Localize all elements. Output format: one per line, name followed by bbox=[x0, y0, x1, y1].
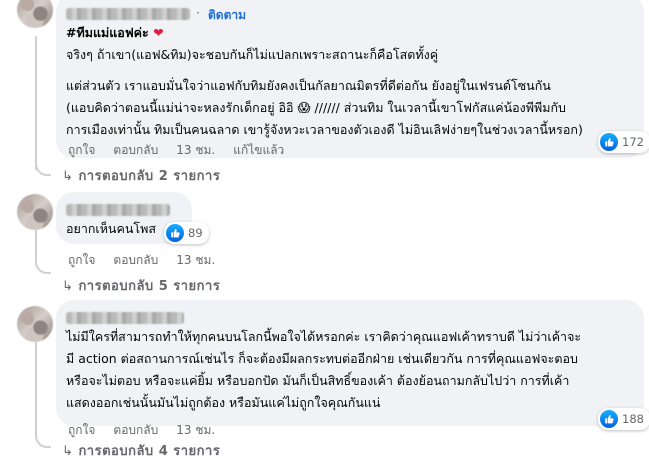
reaction-number: 188 bbox=[622, 412, 644, 426]
comment-actions: ถูกใจ ตอบกลับ 13 ชม. bbox=[68, 251, 215, 270]
reply-arrow-icon: ↳ bbox=[62, 444, 74, 459]
reaction-count[interactable]: 89 bbox=[164, 222, 209, 244]
like-icon bbox=[166, 224, 184, 242]
reply-button[interactable]: ตอบกลับ bbox=[113, 421, 158, 440]
comment-line: (แอบคิดว่าตอนนี้แม่น่าจะหลงรักเด็กอยู่ อ… bbox=[66, 100, 566, 115]
comment-actions: ถูกใจ ตอบกลับ 13 ชม. bbox=[68, 421, 215, 440]
reaction-number: 172 bbox=[622, 135, 644, 149]
comment-line bbox=[66, 66, 583, 75]
heart-icon: ❤ bbox=[153, 25, 164, 40]
thread-line bbox=[35, 36, 37, 170]
view-replies-link[interactable]: ↳ การตอบกลับ 2 รายการ bbox=[62, 165, 220, 186]
timestamp[interactable]: 13 ชม. bbox=[176, 141, 215, 160]
view-replies-link[interactable]: ↳ การตอบกลับ 5 รายการ bbox=[62, 275, 220, 296]
comment-actions: ถูกใจ ตอบกลับ 13 ชม. แก้ไขแล้ว bbox=[68, 141, 284, 160]
avatar[interactable] bbox=[17, 0, 53, 28]
edited-label[interactable]: แก้ไขแล้ว bbox=[233, 141, 284, 160]
reply-button[interactable]: ตอบกลับ bbox=[113, 251, 158, 270]
thread-line bbox=[35, 230, 37, 258]
comment-text: #ทีมแม่แอฟค่ะ ❤ จริงๆ ถ้าเขา(แอฟ&ทิม)จะช… bbox=[66, 22, 583, 141]
view-replies-link[interactable]: ↳ การตอบกลับ 4 รายการ bbox=[62, 440, 220, 461]
reply-arrow-icon: ↳ bbox=[62, 169, 74, 184]
comment-line: จริงๆ ถ้าเขา(แอฟ&ทิม)จะชอบกันก็ไม่แปลกเพ… bbox=[66, 47, 439, 62]
thread-curve bbox=[35, 432, 51, 448]
timestamp[interactable]: 13 ชม. bbox=[176, 421, 215, 440]
reaction-count[interactable]: 188 bbox=[598, 408, 649, 430]
comment-line: ไม่มีใครที่สามารถทำให้ทุกคนบนโลกนี้พอใจไ… bbox=[66, 329, 582, 344]
comment-line: แต่ส่วนตัว เราแอบมั่นใจว่าแอฟกับทิมยังคง… bbox=[66, 78, 551, 93]
like-icon bbox=[600, 133, 618, 151]
comment-line: อยากเห็นคนโพส bbox=[66, 221, 156, 236]
comment-text: อยากเห็นคนโพส bbox=[66, 218, 156, 240]
like-button[interactable]: ถูกใจ bbox=[68, 141, 95, 160]
comment-line: แสดงออกเช่นนั้นมันไม่ถูกต้อง หรือมันแค่ไ… bbox=[66, 395, 381, 410]
like-icon bbox=[600, 410, 618, 428]
like-button[interactable]: ถูกใจ bbox=[68, 251, 95, 270]
like-button[interactable]: ถูกใจ bbox=[68, 421, 95, 440]
reaction-number: 89 bbox=[188, 226, 203, 240]
author-name[interactable] bbox=[66, 312, 184, 324]
comment-line: มี action ต่อสถานการณ์เช่นไร ก็จะต้องมีผ… bbox=[66, 351, 578, 366]
thread-line bbox=[35, 342, 37, 432]
separator-dot: · bbox=[196, 6, 200, 20]
reply-button[interactable]: ตอบกลับ bbox=[113, 141, 158, 160]
reaction-count[interactable]: 172 bbox=[598, 131, 649, 153]
view-replies-label: การตอบกลับ 2 รายการ bbox=[78, 169, 221, 184]
author-name[interactable] bbox=[66, 204, 170, 216]
thread-curve bbox=[35, 258, 51, 274]
avatar[interactable] bbox=[17, 194, 53, 230]
comment-line: #ทีมแม่แอฟค่ะ ❤ bbox=[66, 25, 164, 40]
timestamp[interactable]: 13 ชม. bbox=[176, 251, 215, 270]
view-replies-label: การตอบกลับ 4 รายการ bbox=[78, 444, 221, 459]
comment-line: หรือจะไม่ตอบ หรือจะแค่ยิ้ม หรือบอกปัด มั… bbox=[66, 373, 570, 388]
reply-arrow-icon: ↳ bbox=[62, 279, 74, 294]
comment-text: ไม่มีใครที่สามารถทำให้ทุกคนบนโลกนี้พอใจไ… bbox=[66, 326, 581, 414]
view-replies-label: การตอบกลับ 5 รายการ bbox=[78, 279, 221, 294]
thread-curve bbox=[35, 160, 51, 176]
comment-line: การเมืองเท่านั้น ทิมเป็นคนฉลาด เขารู้จัง… bbox=[66, 122, 583, 137]
author-name[interactable] bbox=[66, 8, 190, 20]
avatar[interactable] bbox=[17, 306, 53, 342]
